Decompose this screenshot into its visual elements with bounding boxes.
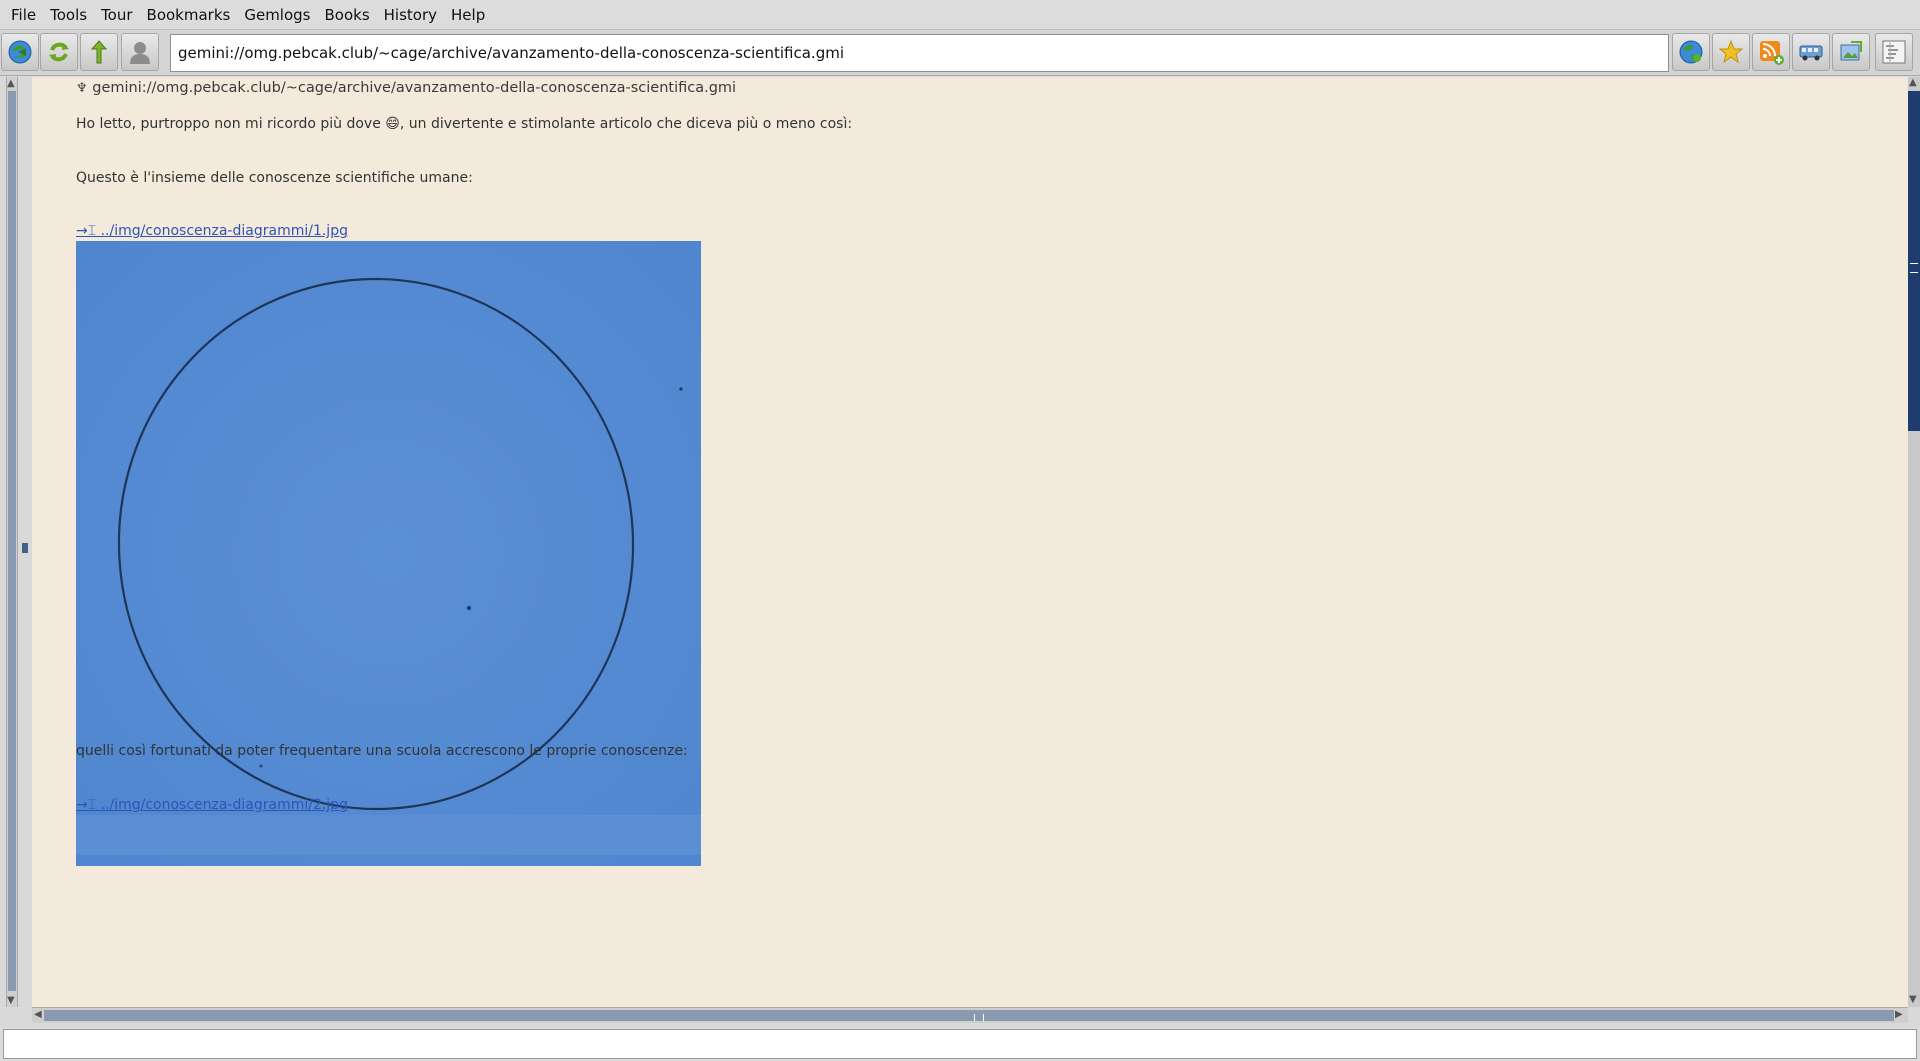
back-icon [8,40,32,64]
menu-gemlogs[interactable]: Gemlogs [237,0,317,30]
gemini-icon: ♆ [76,81,88,96]
left-scroll-down-icon[interactable]: ▼ [7,996,15,1006]
header-url-line: ♆ gemini://omg.pebcak.club/~cage/archive… [76,80,736,96]
left-scroll-up-icon[interactable]: ▲ [7,79,15,89]
tour-bus-icon [1799,45,1823,61]
image-link-1[interactable]: →⌶ ../img/conoscenza-diagrammi/1.jpg [76,223,348,239]
status-bar [0,1027,1920,1061]
right-scrollbar-thumb[interactable] [1908,91,1920,431]
right-scrollbar[interactable] [1908,77,1920,1007]
image-preview-button[interactable] [1832,33,1870,71]
up-icon [90,40,108,64]
inline-image-1 [76,241,701,866]
menu-file[interactable]: File [4,0,43,30]
inline-image-2 [76,815,701,855]
diagram-image-2 [76,815,701,855]
globe-icon [1679,40,1703,64]
horizontal-scrollbar-thumb[interactable] [44,1010,1894,1021]
header-url-text: gemini://omg.pebcak.club/~cage/archive/a… [92,80,737,96]
reload-button[interactable] [40,33,78,71]
horizontal-scrollbar-grip [974,1014,984,1021]
toc-toggle-button[interactable] [1875,33,1913,71]
reload-icon [49,42,69,62]
menu-history[interactable]: History [377,0,444,30]
menu-bar: File Tools Tour Bookmarks Gemlogs Books … [0,0,1920,30]
tour-button[interactable] [1792,33,1830,71]
scroll-left-icon[interactable]: ◀ [34,1010,42,1020]
page-content: ♆ gemini://omg.pebcak.club/~cage/archive… [32,77,1908,1007]
menu-books[interactable]: Books [318,0,377,30]
menu-bookmarks[interactable]: Bookmarks [140,0,238,30]
bookmark-star-icon [1718,39,1744,64]
circle-diagram-image [76,241,701,866]
image-preview-icon [1840,41,1862,61]
paragraph-intro: Ho letto, purtroppo non mi ricordo più d… [76,116,853,132]
globe-button[interactable] [1672,33,1710,71]
scrollbar-grip [1910,263,1918,273]
left-scrollbar-thumb[interactable] [8,91,16,991]
menu-help[interactable]: Help [444,0,492,30]
paragraph-knowledge: Questo è l'insieme delle conoscenze scie… [76,170,473,186]
gutter-resize-handle[interactable] [22,543,28,553]
identity-icon [130,42,150,64]
right-scroll-down-icon[interactable]: ▼ [1909,995,1917,1005]
identity-button[interactable] [121,33,159,71]
horizontal-scrollbar[interactable] [32,1007,1908,1023]
left-scrollbar[interactable] [6,77,18,1007]
menu-tour[interactable]: Tour [94,0,139,30]
up-button[interactable] [80,33,118,71]
image-link-2[interactable]: →⌶ ../img/conoscenza-diagrammi/2.jpg [76,797,348,813]
right-scroll-up-icon[interactable]: ▲ [1909,78,1917,88]
menu-tools[interactable]: Tools [43,0,94,30]
address-input[interactable]: gemini://omg.pebcak.club/~cage/archive/a… [170,34,1669,72]
subscribe-feed-button[interactable] [1752,33,1790,71]
tree-view-icon [1882,40,1906,64]
paragraph-school: quelli così fortunati da poter frequenta… [76,743,688,759]
rss-add-icon [1760,41,1784,65]
toolbar: gemini://omg.pebcak.club/~cage/archive/a… [0,30,1920,76]
scroll-right-icon[interactable]: ▶ [1895,1010,1903,1020]
command-input[interactable] [3,1029,1917,1059]
back-button[interactable] [1,33,39,71]
bookmark-button[interactable] [1712,33,1750,71]
